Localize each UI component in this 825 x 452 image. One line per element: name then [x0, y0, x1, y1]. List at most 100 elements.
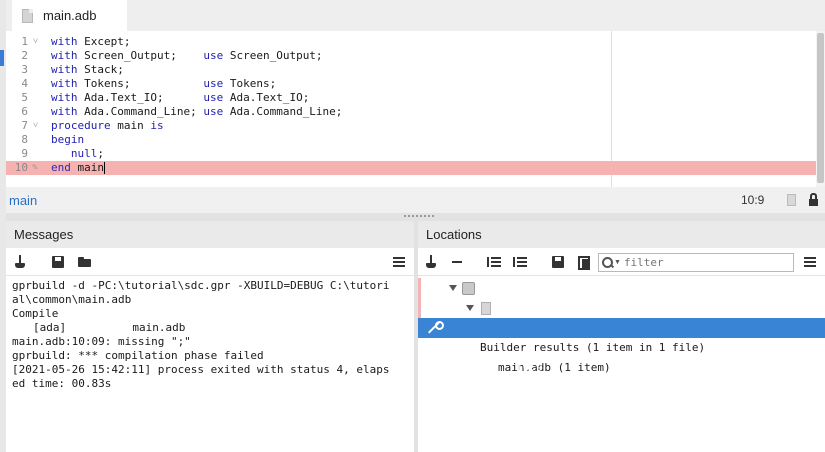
keyword-token: is — [150, 119, 164, 132]
code-line[interactable]: 7 ˅ procedure main is — [6, 119, 816, 133]
active-view-marker — [0, 50, 4, 66]
clear-messages-broom-icon[interactable] — [12, 254, 28, 270]
line-number: 9 — [21, 147, 28, 160]
text-token: ; — [97, 147, 104, 160]
line-number: 4 — [21, 77, 28, 90]
code-text: with Tokens; use Tokens; — [51, 77, 276, 91]
messages-panel-title[interactable]: Messages — [6, 221, 414, 248]
code-line[interactable]: 8 begin — [6, 133, 816, 147]
messages-panel: Messages gprbuild -d -PC:\tutorial\sdc.g… — [6, 221, 414, 452]
line-number: 2 — [21, 49, 28, 62]
expand-triangle-icon[interactable] — [466, 305, 474, 311]
cursor-position: 10:9 — [741, 193, 765, 207]
message-line: [2021-05-26 15:42:11] process exited wit… — [12, 363, 390, 376]
code-text: procedure main is — [51, 119, 164, 133]
lock-icon[interactable] — [809, 193, 818, 206]
text-token: Ada.Command_Line; — [77, 105, 204, 118]
code-text: begin — [51, 133, 84, 147]
line-number: 3 — [21, 63, 28, 76]
locations-title-text: Locations — [426, 227, 482, 242]
editor-tab-bar: main.adb — [6, 0, 825, 31]
builder-results-label: Builder results (1 item in 1 file) — [480, 341, 706, 354]
code-line[interactable]: 6 with Ada.Command_Line; use Ada.Command_… — [6, 105, 816, 119]
tab-main-adb[interactable]: main.adb — [12, 0, 127, 31]
keyword-token: with — [51, 77, 78, 90]
messages-menu-icon[interactable] — [391, 254, 407, 270]
tree-row-file[interactable]: main.adb (1 item) — [418, 298, 825, 374]
code-line[interactable]: 5 with Ada.Text_IO; use Ada.Text_IO; — [6, 91, 816, 105]
expand-triangle-icon[interactable] — [449, 285, 457, 291]
message-line: Compile — [12, 307, 59, 320]
line-number: 6 — [21, 105, 28, 118]
line-number: 7 — [21, 119, 28, 132]
code-text: end main — [51, 161, 105, 175]
search-icon[interactable] — [602, 257, 613, 268]
locations-panel-title[interactable]: Locations — [418, 221, 825, 248]
code-text: with Except; — [51, 35, 130, 49]
keyword-token: begin — [51, 133, 85, 146]
fold-chevron-icon[interactable]: ˅ — [33, 119, 45, 133]
code-editor[interactable]: 1 ˅ with Except; 2 with Screen_Output; use S… — [6, 31, 825, 187]
text-token: Ada.Text_IO; — [77, 91, 204, 104]
editor-vertical-scrollbar[interactable] — [816, 31, 825, 187]
line-number: 8 — [21, 133, 28, 146]
current-scope-link[interactable]: main — [9, 193, 37, 208]
file-icon — [481, 302, 491, 315]
tree-row-builder-results[interactable]: Builder results (1 item in 1 file) — [418, 278, 825, 354]
keyword-token: use — [203, 91, 224, 104]
clear-locations-broom-icon[interactable] — [423, 254, 439, 270]
collapse-all-icon[interactable] — [486, 254, 502, 270]
code-text: with Ada.Command_Line; use Ada.Command_L… — [51, 105, 342, 119]
wrench-fix-icon[interactable] — [427, 321, 444, 335]
message-line: gprbuild: *** compilation phase failed — [12, 349, 264, 362]
code-text: null; — [51, 147, 104, 161]
filter-input[interactable] — [623, 256, 784, 269]
line-number: 1 — [21, 35, 28, 48]
text-token: Tokens; — [223, 77, 277, 90]
editor-status-bar: main 10:9 — [6, 187, 825, 213]
text-cursor — [104, 162, 105, 174]
code-line[interactable]: 10 ✎ end main — [6, 161, 816, 175]
code-line[interactable]: 2 with Screen_Output; use Screen_Output; — [6, 49, 816, 63]
code-text: with Ada.Text_IO; use Ada.Text_IO; — [51, 91, 309, 105]
locations-toolbar: ▼ — [418, 248, 825, 276]
code-line[interactable]: 3 with Stack; — [6, 63, 816, 77]
locations-filter-field[interactable]: ▼ — [598, 253, 794, 272]
tree-row-location-item[interactable]: 10:9 missing ";" — [418, 318, 825, 394]
message-line: [ada] main.adb — [33, 321, 186, 334]
keyword-token: null — [70, 147, 98, 160]
fold-chevron-icon[interactable]: ˅ — [33, 35, 45, 49]
messages-title-text: Messages — [14, 227, 74, 242]
message-line: gprbuild -d -PC:\tutorial\sdc.gpr -XBUIL… — [12, 279, 390, 292]
text-token: Screen_Output; — [77, 49, 204, 62]
text-token: Ada.Text_IO; — [223, 91, 310, 104]
document-icon[interactable] — [787, 194, 796, 206]
messages-output[interactable]: gprbuild -d -PC:\tutorial\sdc.gpr -XBUIL… — [12, 279, 412, 391]
pencil-icon[interactable]: ✎ — [32, 162, 44, 174]
expand-all-icon[interactable] — [512, 254, 528, 270]
save-locations-icon[interactable] — [550, 254, 566, 270]
code-line[interactable]: 9 null; — [6, 147, 816, 161]
keyword-token: with — [51, 49, 78, 62]
locations-menu-icon[interactable] — [802, 254, 818, 270]
message-line: main.adb:10:09: missing ";" — [12, 335, 191, 348]
filter-options-dropdown-icon[interactable]: ▼ — [614, 259, 621, 266]
scrollbar-thumb[interactable] — [817, 33, 824, 183]
file-row-label: main.adb (1 item) — [498, 361, 611, 374]
copy-locations-icon[interactable] — [576, 254, 592, 270]
keyword-token: use — [203, 49, 224, 62]
keyword-token: with — [51, 35, 78, 48]
load-messages-folder-icon[interactable] — [76, 254, 92, 270]
save-messages-icon[interactable] — [50, 254, 66, 270]
remove-location-minus-icon[interactable] — [449, 254, 465, 270]
code-line[interactable]: 1 ˅ with Except; — [6, 35, 816, 49]
locations-panel: Locations ▼ Builder results (1 item in 1… — [418, 221, 825, 452]
locations-tree: Builder results (1 item in 1 file) main.… — [418, 278, 825, 394]
location-position: 10:9 — [516, 361, 543, 374]
keyword-token: procedure — [51, 119, 111, 132]
horizontal-splitter[interactable] — [6, 213, 825, 221]
code-line[interactable]: 4 with Tokens; use Tokens; — [6, 77, 816, 91]
line-number: 10 — [14, 161, 28, 174]
splitter-grip[interactable] — [404, 215, 434, 218]
